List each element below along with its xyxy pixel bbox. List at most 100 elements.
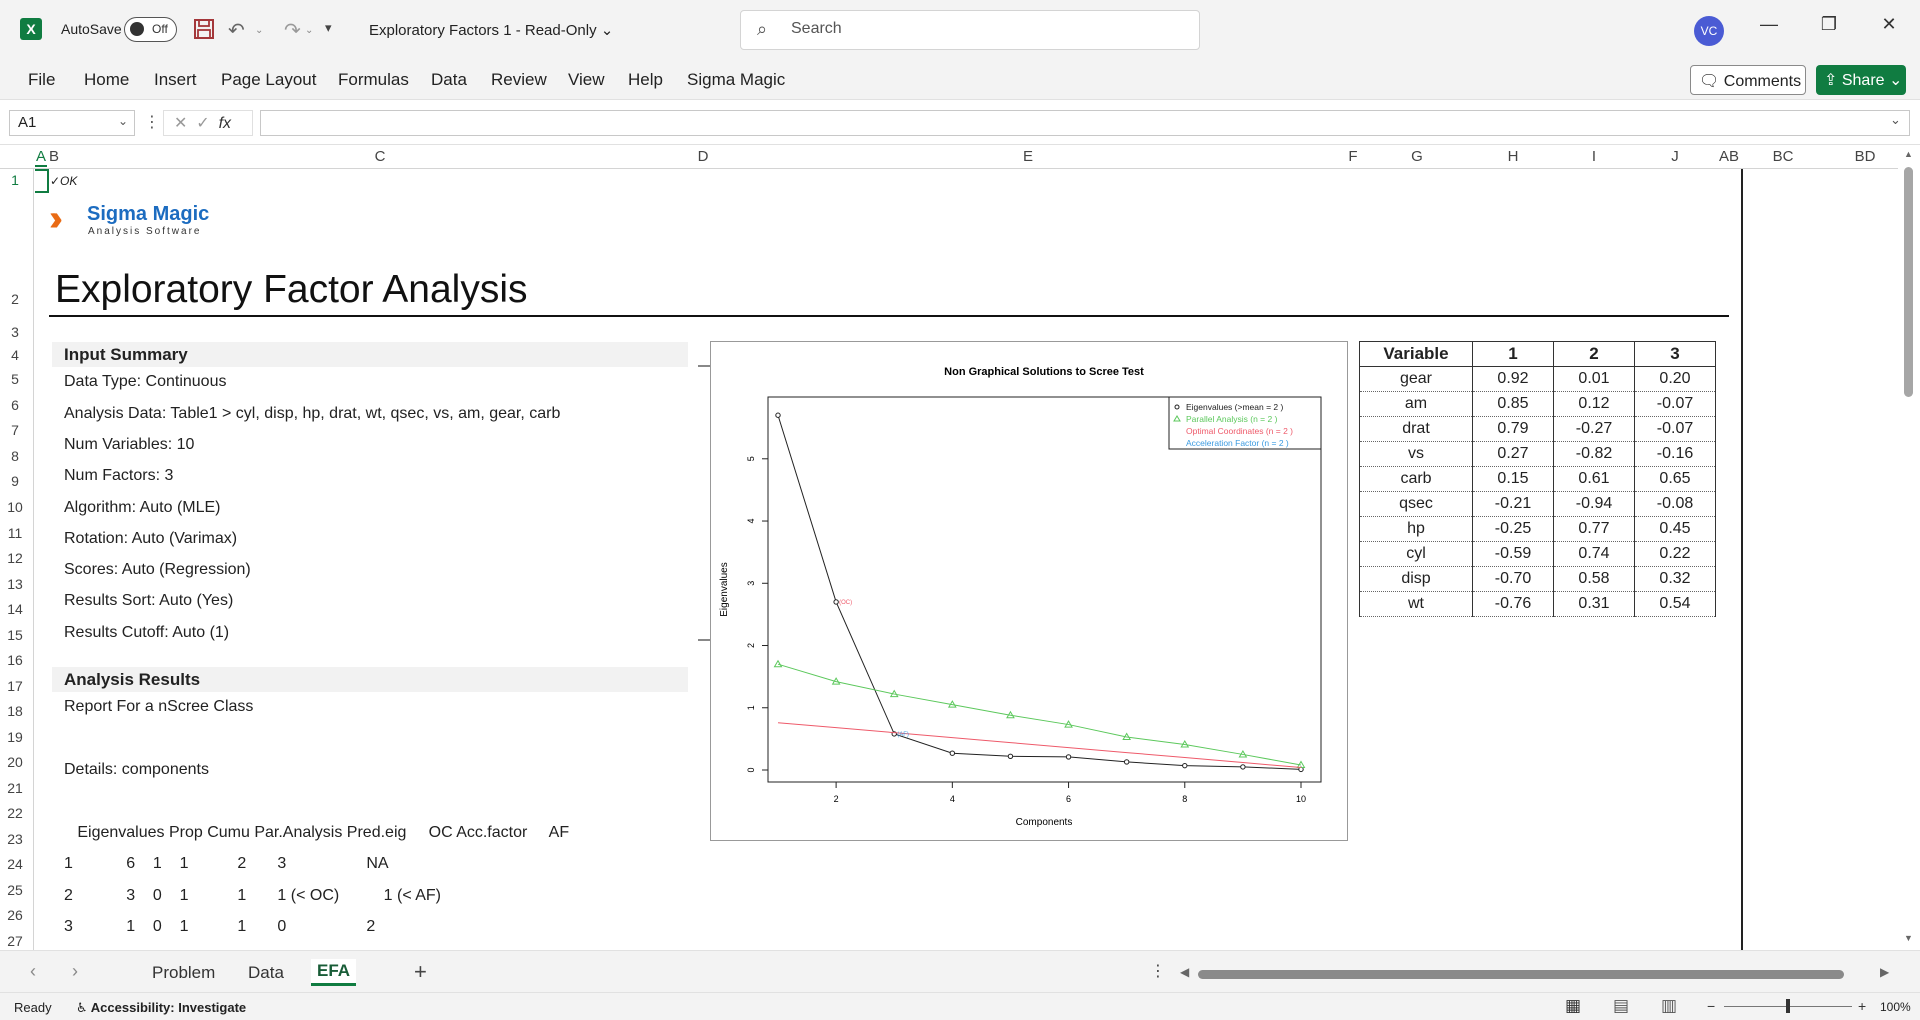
search-input[interactable] bbox=[791, 20, 1171, 38]
row-header[interactable]: 21 bbox=[0, 780, 30, 796]
row-header[interactable]: 27 bbox=[0, 933, 30, 949]
tab-prev-icon[interactable]: ‹ bbox=[30, 961, 36, 982]
row-header[interactable]: 22 bbox=[0, 805, 30, 821]
menu-help[interactable]: Help bbox=[628, 70, 663, 90]
fx-icon[interactable]: fx bbox=[219, 115, 231, 132]
column-header[interactable]: BD bbox=[1852, 148, 1878, 165]
row-header[interactable]: 18 bbox=[0, 703, 30, 719]
row-header[interactable]: 19 bbox=[0, 729, 30, 745]
row-header[interactable]: 8 bbox=[0, 448, 30, 464]
column-header[interactable]: E bbox=[1018, 148, 1038, 165]
zoom-thumb[interactable] bbox=[1786, 999, 1790, 1013]
tab-problem[interactable]: Problem bbox=[152, 963, 215, 983]
tab-next-icon[interactable]: › bbox=[72, 961, 78, 982]
column-header[interactable]: D bbox=[693, 148, 713, 165]
row-header[interactable]: 12 bbox=[0, 550, 30, 566]
page-break-view-icon[interactable]: ▥ bbox=[1661, 996, 1677, 1016]
row-header[interactable]: 16 bbox=[0, 652, 30, 668]
row-header[interactable]: 3 bbox=[0, 324, 30, 340]
scree-chart[interactable]: Non Graphical Solutions to Scree Test Com… bbox=[710, 341, 1348, 841]
loading-cell: -0.21 bbox=[1472, 491, 1554, 517]
undo-icon[interactable]: ↶ bbox=[228, 18, 245, 43]
row-header[interactable]: 26 bbox=[0, 907, 30, 923]
normal-view-icon[interactable]: ▦ bbox=[1565, 996, 1581, 1016]
zoom-in-icon[interactable]: + bbox=[1858, 998, 1866, 1014]
close-icon[interactable]: ✕ bbox=[1874, 14, 1904, 35]
menu-sigma-magic[interactable]: Sigma Magic bbox=[687, 70, 785, 90]
restore-icon[interactable]: ❐ bbox=[1814, 14, 1844, 35]
row-header[interactable]: 6 bbox=[0, 397, 30, 413]
row-header[interactable]: 17 bbox=[0, 678, 30, 694]
summary-line: Data Type: Continuous bbox=[64, 373, 227, 390]
column-header[interactable]: F bbox=[1343, 148, 1363, 165]
row-header[interactable]: 7 bbox=[0, 422, 30, 438]
row-header[interactable]: 9 bbox=[0, 473, 30, 489]
scroll-thumb[interactable] bbox=[1198, 970, 1844, 979]
cancel-icon[interactable]: ✕ bbox=[174, 115, 187, 132]
formula-input[interactable] bbox=[260, 110, 1910, 136]
column-header[interactable]: C bbox=[370, 148, 390, 165]
document-title[interactable]: Exploratory Factors 1 - Read-Only ⌄ bbox=[369, 21, 613, 39]
column-header[interactable]: I bbox=[1584, 148, 1604, 165]
column-header[interactable]: G bbox=[1407, 148, 1427, 165]
horizontal-scrollbar[interactable]: ◀ ▶ bbox=[1180, 965, 1889, 980]
zoom-level[interactable]: 100% bbox=[1880, 1000, 1911, 1014]
comments-button[interactable]: 🗨 Comments bbox=[1690, 65, 1806, 95]
tab-data[interactable]: Data bbox=[248, 963, 284, 983]
scroll-left-icon[interactable]: ◀ bbox=[1180, 965, 1189, 979]
enter-icon[interactable]: ✓ bbox=[196, 115, 209, 132]
zoom-out-icon[interactable]: − bbox=[1707, 998, 1715, 1014]
save-icon[interactable] bbox=[193, 18, 215, 40]
autosave-toggle[interactable]: Off bbox=[124, 17, 177, 42]
row-header[interactable]: 1 bbox=[0, 172, 30, 188]
row-header[interactable]: 4 bbox=[0, 347, 30, 363]
scroll-down-icon[interactable]: ▼ bbox=[1904, 933, 1913, 943]
menu-review[interactable]: Review bbox=[491, 70, 547, 90]
vertical-scrollbar[interactable]: ▲ ▼ bbox=[1898, 145, 1920, 950]
column-header[interactable]: BC bbox=[1770, 148, 1796, 165]
search-box[interactable]: ⌕ bbox=[740, 10, 1200, 50]
more-icon[interactable]: ⋮ bbox=[144, 112, 160, 132]
column-header[interactable]: J bbox=[1665, 148, 1685, 165]
tab-efa[interactable]: EFA bbox=[311, 959, 357, 986]
avatar[interactable]: VC bbox=[1694, 16, 1724, 46]
scroll-right-icon[interactable]: ▶ bbox=[1880, 965, 1889, 979]
row-header[interactable]: 5 bbox=[0, 371, 30, 387]
customize-toolbar-icon[interactable]: ▾ bbox=[325, 20, 332, 36]
column-header[interactable]: A bbox=[35, 148, 47, 167]
menu-formulas[interactable]: Formulas bbox=[338, 70, 409, 90]
row-header[interactable]: 11 bbox=[0, 525, 30, 541]
menu-data[interactable]: Data bbox=[431, 70, 467, 90]
row-header[interactable]: 24 bbox=[0, 856, 30, 872]
row-header[interactable]: 25 bbox=[0, 882, 30, 898]
scroll-thumb[interactable] bbox=[1904, 167, 1913, 397]
active-cell[interactable] bbox=[35, 169, 49, 193]
redo-dropdown-icon[interactable]: ⌄ bbox=[305, 25, 313, 36]
menu-home[interactable]: Home bbox=[84, 70, 129, 90]
menu-page-layout[interactable]: Page Layout bbox=[221, 70, 316, 90]
row-header[interactable]: 15 bbox=[0, 627, 30, 643]
more-options-icon[interactable]: ⋮ bbox=[1150, 961, 1166, 981]
add-sheet-icon[interactable]: + bbox=[414, 959, 427, 985]
scroll-up-icon[interactable]: ▲ bbox=[1904, 149, 1913, 159]
accessibility-status[interactable]: ♿ Accessibility: Investigate bbox=[76, 1000, 246, 1016]
column-header[interactable]: AB bbox=[1716, 148, 1742, 165]
redo-icon[interactable]: ↷ bbox=[284, 18, 301, 43]
undo-dropdown-icon[interactable]: ⌄ bbox=[255, 25, 263, 36]
row-header[interactable]: 23 bbox=[0, 831, 30, 847]
row-header[interactable]: 13 bbox=[0, 576, 30, 592]
row-header[interactable]: 14 bbox=[0, 601, 30, 617]
menu-insert[interactable]: Insert bbox=[154, 70, 197, 90]
share-button[interactable]: ⇪ Share ⌄ bbox=[1816, 65, 1906, 95]
page-layout-view-icon[interactable]: ▤ bbox=[1613, 996, 1629, 1016]
name-box[interactable]: A1 ⌄ bbox=[9, 110, 135, 136]
row-header[interactable]: 2 bbox=[0, 291, 30, 307]
menu-view[interactable]: View bbox=[568, 70, 605, 90]
menu-file[interactable]: File bbox=[28, 70, 55, 90]
minimize-icon[interactable]: — bbox=[1754, 14, 1784, 35]
row-header[interactable]: 20 bbox=[0, 754, 30, 770]
row-header[interactable]: 10 bbox=[0, 499, 30, 515]
column-header[interactable]: B bbox=[48, 148, 60, 165]
column-header[interactable]: H bbox=[1503, 148, 1523, 165]
expand-formula-icon[interactable]: ⌄ bbox=[1890, 112, 1901, 128]
